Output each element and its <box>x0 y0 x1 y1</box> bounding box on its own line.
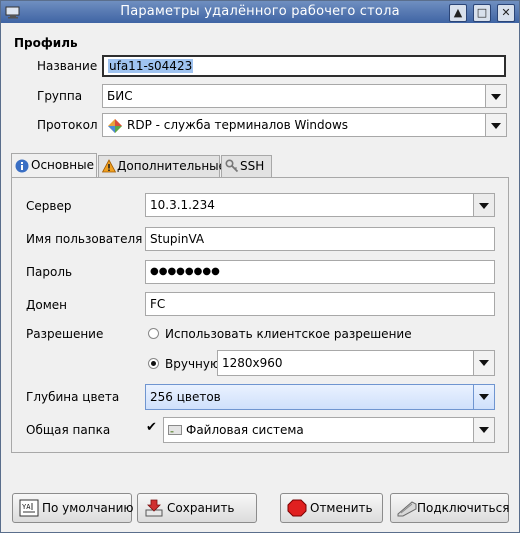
group-label: Группа <box>37 89 83 103</box>
resolution-client-radio[interactable] <box>148 328 159 339</box>
chevron-down-icon[interactable] <box>473 385 494 409</box>
name-value: ufa11-s04423 <box>108 59 194 73</box>
username-field[interactable]: StupinVA <box>145 227 495 251</box>
shared-folder-combo[interactable]: Файловая система <box>163 417 495 443</box>
group-value: БИС <box>107 89 133 103</box>
resolution-combo[interactable]: 1280x960 <box>217 350 495 376</box>
save-button-label: Сохранить <box>167 501 235 515</box>
password-label: Пароль <box>26 265 73 279</box>
name-field[interactable]: ufa11-s04423 <box>102 55 506 77</box>
chevron-down-icon[interactable] <box>485 85 506 107</box>
group-combo[interactable]: БИС <box>102 84 507 108</box>
tab-basic-label: Основные <box>31 158 95 172</box>
warning-icon <box>102 159 116 173</box>
color-depth-combo[interactable]: 256 цветов <box>145 384 495 410</box>
save-button[interactable]: Сохранить <box>137 493 257 523</box>
key-icon <box>225 159 239 173</box>
connect-button-label: Подключиться <box>417 501 510 515</box>
title-bar[interactable]: Параметры удалённого рабочего стола ▲ □ … <box>1 1 519 23</box>
tab-ssh[interactable]: SSH <box>221 155 272 177</box>
drive-icon <box>168 425 182 435</box>
default-settings-icon: YA <box>19 499 39 517</box>
save-icon <box>145 499 163 517</box>
chevron-down-icon[interactable] <box>473 418 494 442</box>
window-maximize-button[interactable]: □ <box>473 4 491 22</box>
protocol-value: RDP - служба терминалов Windows <box>127 118 349 132</box>
password-field[interactable]: ●●●●●●●● <box>145 260 495 284</box>
tab-basic[interactable]: Основные <box>11 153 97 177</box>
domain-label: Домен <box>26 298 67 312</box>
tab-ssh-label: SSH <box>240 159 265 173</box>
resolution-client-label[interactable]: Использовать клиентское разрешение <box>165 327 412 341</box>
remote-desktop-preferences-window: Параметры удалённого рабочего стола ▲ □ … <box>0 0 520 533</box>
shared-folder-label: Общая папка <box>26 423 111 437</box>
protocol-combo[interactable]: RDP - служба терминалов Windows <box>102 113 507 137</box>
svg-text:YA: YA <box>22 503 31 511</box>
stop-icon <box>287 499 307 517</box>
chevron-down-icon[interactable] <box>473 351 494 375</box>
server-value: 10.3.1.234 <box>150 198 215 212</box>
profile-heading: Профиль <box>14 36 78 50</box>
resolution-manual-radio[interactable] <box>148 358 159 369</box>
chevron-down-icon[interactable] <box>485 114 506 136</box>
shared-folder-checkbox[interactable]: ✔ <box>146 421 160 435</box>
resolution-manual-label[interactable]: Вручную <box>165 357 220 371</box>
rdp-plugin-icon <box>108 119 122 133</box>
tab-advanced[interactable]: Дополнительные <box>98 155 226 177</box>
connect-icon <box>397 501 417 517</box>
color-depth-value: 256 цветов <box>150 390 221 404</box>
resolution-value: 1280x960 <box>222 356 283 370</box>
server-label: Сервер <box>26 199 72 213</box>
window-shade-button[interactable]: ▲ <box>449 4 467 22</box>
domain-field[interactable]: FC <box>145 292 495 316</box>
shared-folder-value: Файловая система <box>186 423 304 437</box>
protocol-label: Протокол <box>37 118 98 132</box>
color-depth-label: Глубина цвета <box>26 390 120 404</box>
cancel-button[interactable]: Отменить <box>280 493 383 523</box>
name-label: Название <box>37 59 98 73</box>
info-icon <box>15 159 29 173</box>
connect-button[interactable]: Подключиться <box>390 493 509 523</box>
resolution-label: Разрешение <box>26 327 104 341</box>
server-combo[interactable]: 10.3.1.234 <box>145 193 495 217</box>
default-button[interactable]: YA По умолчанию <box>12 493 134 523</box>
tab-advanced-label: Дополнительные <box>117 159 227 173</box>
chevron-down-icon[interactable] <box>473 194 494 216</box>
window-close-button[interactable]: ✕ <box>497 4 515 22</box>
cancel-button-label: Отменить <box>310 501 373 515</box>
default-button-label: По умолчанию <box>42 501 134 515</box>
username-label: Имя пользователя <box>26 232 143 246</box>
window-title: Параметры удалённого рабочего стола <box>120 4 400 19</box>
